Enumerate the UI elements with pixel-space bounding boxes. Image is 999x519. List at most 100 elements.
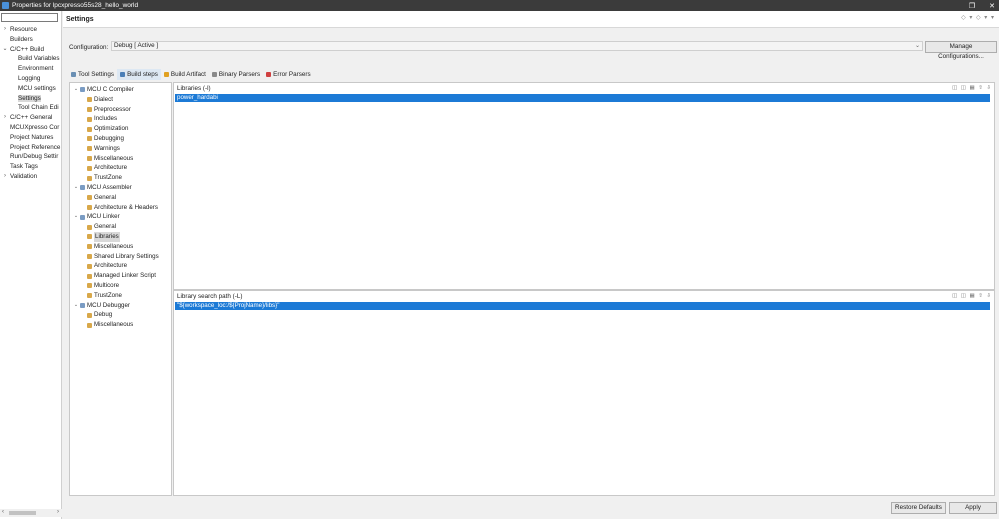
chevron-down-icon[interactable]: ⌄ — [2, 45, 8, 55]
close-icon[interactable]: ✕ — [989, 2, 995, 10]
tool-option-item[interactable]: Miscellaneous — [87, 320, 133, 330]
tool-icon — [80, 214, 85, 220]
nav-horizontal-scrollbar[interactable]: ‹ › — [0, 509, 62, 517]
restore-icon[interactable]: ❐ — [969, 2, 975, 10]
scrollbar-thumb[interactable] — [9, 511, 36, 515]
tool-option-item[interactable]: General — [87, 193, 116, 203]
tool-option-item[interactable]: Architecture & Headers — [87, 203, 158, 213]
tool-option-item[interactable]: Dialect — [87, 95, 113, 105]
tab[interactable]: Tool Settings — [68, 69, 117, 80]
tool-option-item[interactable]: TrustZone — [87, 291, 122, 301]
scroll-left-icon[interactable]: ‹ — [2, 509, 4, 515]
nav-item-label: Resource — [10, 26, 37, 33]
tab[interactable]: Error Parsers — [263, 69, 313, 80]
apply-button[interactable]: Apply — [949, 502, 997, 514]
chevron-down-icon[interactable]: ⌄ — [72, 301, 80, 311]
nav-item[interactable]: MCU settings — [0, 84, 62, 94]
chevron-down-icon: ⌄ — [914, 43, 920, 49]
scroll-right-icon[interactable]: › — [57, 509, 59, 515]
configuration-select[interactable]: Debug [ Active ] ⌄ — [111, 41, 923, 51]
nav-item[interactable]: Task Tags — [0, 162, 62, 172]
tab-label: Error Parsers — [273, 71, 311, 78]
nav-item[interactable]: Logging — [0, 74, 62, 84]
tool-item-label: Preprocessor — [94, 105, 131, 113]
nav-item-label: C/C++ General — [10, 114, 53, 122]
property-nav: › Resource Builders ⌄ C/C++ Build Build Varia… — [0, 11, 62, 519]
nav-item[interactable]: Build Variables — [0, 54, 62, 64]
tool-option-item[interactable]: Includes — [87, 114, 117, 124]
build-steps-icon — [120, 72, 126, 77]
nav-item[interactable]: Project Natures — [0, 133, 62, 143]
tab-label: Build Artifact — [170, 71, 206, 78]
tool-option-item[interactable]: Debugging — [87, 134, 124, 144]
restore-defaults-button[interactable]: Restore Defaults — [891, 502, 946, 514]
tool-option-item[interactable]: General — [87, 222, 116, 232]
option-icon — [87, 204, 92, 210]
tool-option-item[interactable]: Shared Library Settings — [87, 252, 159, 262]
chevron-right-icon[interactable]: › — [2, 113, 8, 123]
tab[interactable]: Binary Parsers — [209, 69, 263, 80]
option-icon — [87, 322, 92, 328]
settings-page: Settings ◇ ▾ ◇ ▾ ▾ Configuration: Debug … — [63, 11, 999, 519]
nav-item[interactable]: ⌄ C/C++ Build — [0, 45, 62, 55]
nav-item[interactable]: › C/C++ General — [0, 113, 62, 123]
nav-item[interactable]: Builders — [0, 35, 62, 45]
tool-item[interactable]: ⌄ MCU Linker — [72, 212, 120, 222]
tool-item-label: Shared Library Settings — [94, 252, 159, 260]
list-toolbar-icons[interactable]: ◫ ◫ ▦ ⇧ ⇩ — [952, 85, 992, 91]
option-icon — [87, 165, 92, 171]
tool-icon — [80, 185, 85, 191]
nav-item[interactable]: Run/Debug Settir — [0, 152, 62, 162]
tool-option-item[interactable]: Managed Linker Script — [87, 271, 156, 281]
tab[interactable]: Build Artifact — [161, 69, 209, 80]
nav-item-label: MCUXpresso Cor — [10, 123, 60, 131]
tool-option-item[interactable]: Warnings — [87, 144, 120, 154]
tab[interactable]: Build steps — [117, 69, 161, 80]
nav-item[interactable]: Project Reference — [0, 143, 62, 153]
nav-item[interactable]: › Validation — [0, 172, 62, 182]
chevron-down-icon[interactable]: ⌄ — [72, 183, 80, 193]
filter-input[interactable] — [1, 13, 58, 22]
nav-item-label: Task Tags — [10, 163, 38, 171]
tool-item-label: Dialect — [94, 95, 113, 103]
library-item[interactable]: power_hardabi — [175, 94, 990, 102]
nav-item[interactable]: MCUXpresso Cor — [0, 123, 62, 133]
chevron-right-icon[interactable]: › — [2, 25, 8, 35]
tool-option-item[interactable]: Architecture — [87, 261, 127, 271]
nav-item[interactable]: Tool Chain Edi — [0, 103, 62, 113]
tool-item-label: Includes — [94, 115, 118, 123]
tool-option-item[interactable]: Libraries — [87, 232, 120, 242]
chevron-down-icon[interactable]: ⌄ — [72, 212, 80, 222]
tool-option-item[interactable]: Miscellaneous — [87, 154, 133, 164]
tool-option-item[interactable]: TrustZone — [87, 173, 122, 183]
nav-item[interactable]: › Resource — [0, 25, 62, 35]
tool-option-item[interactable]: Debug — [87, 310, 112, 320]
tool-option-item[interactable]: Miscellaneous — [87, 242, 133, 252]
history-nav-icons[interactable]: ◇ ▾ ◇ ▾ ▾ — [961, 14, 995, 21]
tool-option-item[interactable]: Multicore — [87, 281, 119, 291]
tool-option-item[interactable]: Preprocessor — [87, 105, 131, 115]
tool-item-label: Miscellaneous — [94, 321, 134, 329]
option-icon — [87, 175, 92, 181]
tool-item-label: Debug — [94, 311, 113, 319]
tool-item[interactable]: ⌄ MCU Debugger — [72, 301, 130, 311]
option-icon — [87, 273, 92, 279]
tool-item[interactable]: ⌄ MCU Assembler — [72, 183, 132, 193]
tool-item-label: Optimization — [94, 125, 129, 133]
tool-option-item[interactable]: Architecture — [87, 163, 127, 173]
nav-item[interactable]: Environment — [0, 64, 62, 74]
nav-item-label: MCU settings — [18, 84, 56, 92]
list-toolbar-icons[interactable]: ◫ ◫ ▦ ⇧ ⇩ — [952, 293, 992, 299]
chevron-down-icon[interactable]: ⌄ — [72, 85, 80, 95]
app-icon — [2, 2, 9, 9]
button-bar: Restore Defaults Apply — [63, 497, 999, 519]
nav-item[interactable]: Settings — [0, 94, 62, 104]
manage-configurations-button[interactable]: Manage Configurations... — [925, 41, 997, 60]
tool-item[interactable]: ⌄ MCU C Compiler — [72, 85, 134, 95]
tool-item-label: Debugging — [94, 135, 124, 142]
option-icon — [87, 263, 92, 269]
chevron-right-icon[interactable]: › — [2, 172, 8, 182]
window-titlebar: Properties for lpcxpresso55s28_hello_wor… — [0, 0, 999, 11]
search-path-item[interactable]: "${workspace_loc:/${ProjName}/libs}" — [175, 302, 990, 310]
tool-option-item[interactable]: Optimization — [87, 124, 128, 134]
